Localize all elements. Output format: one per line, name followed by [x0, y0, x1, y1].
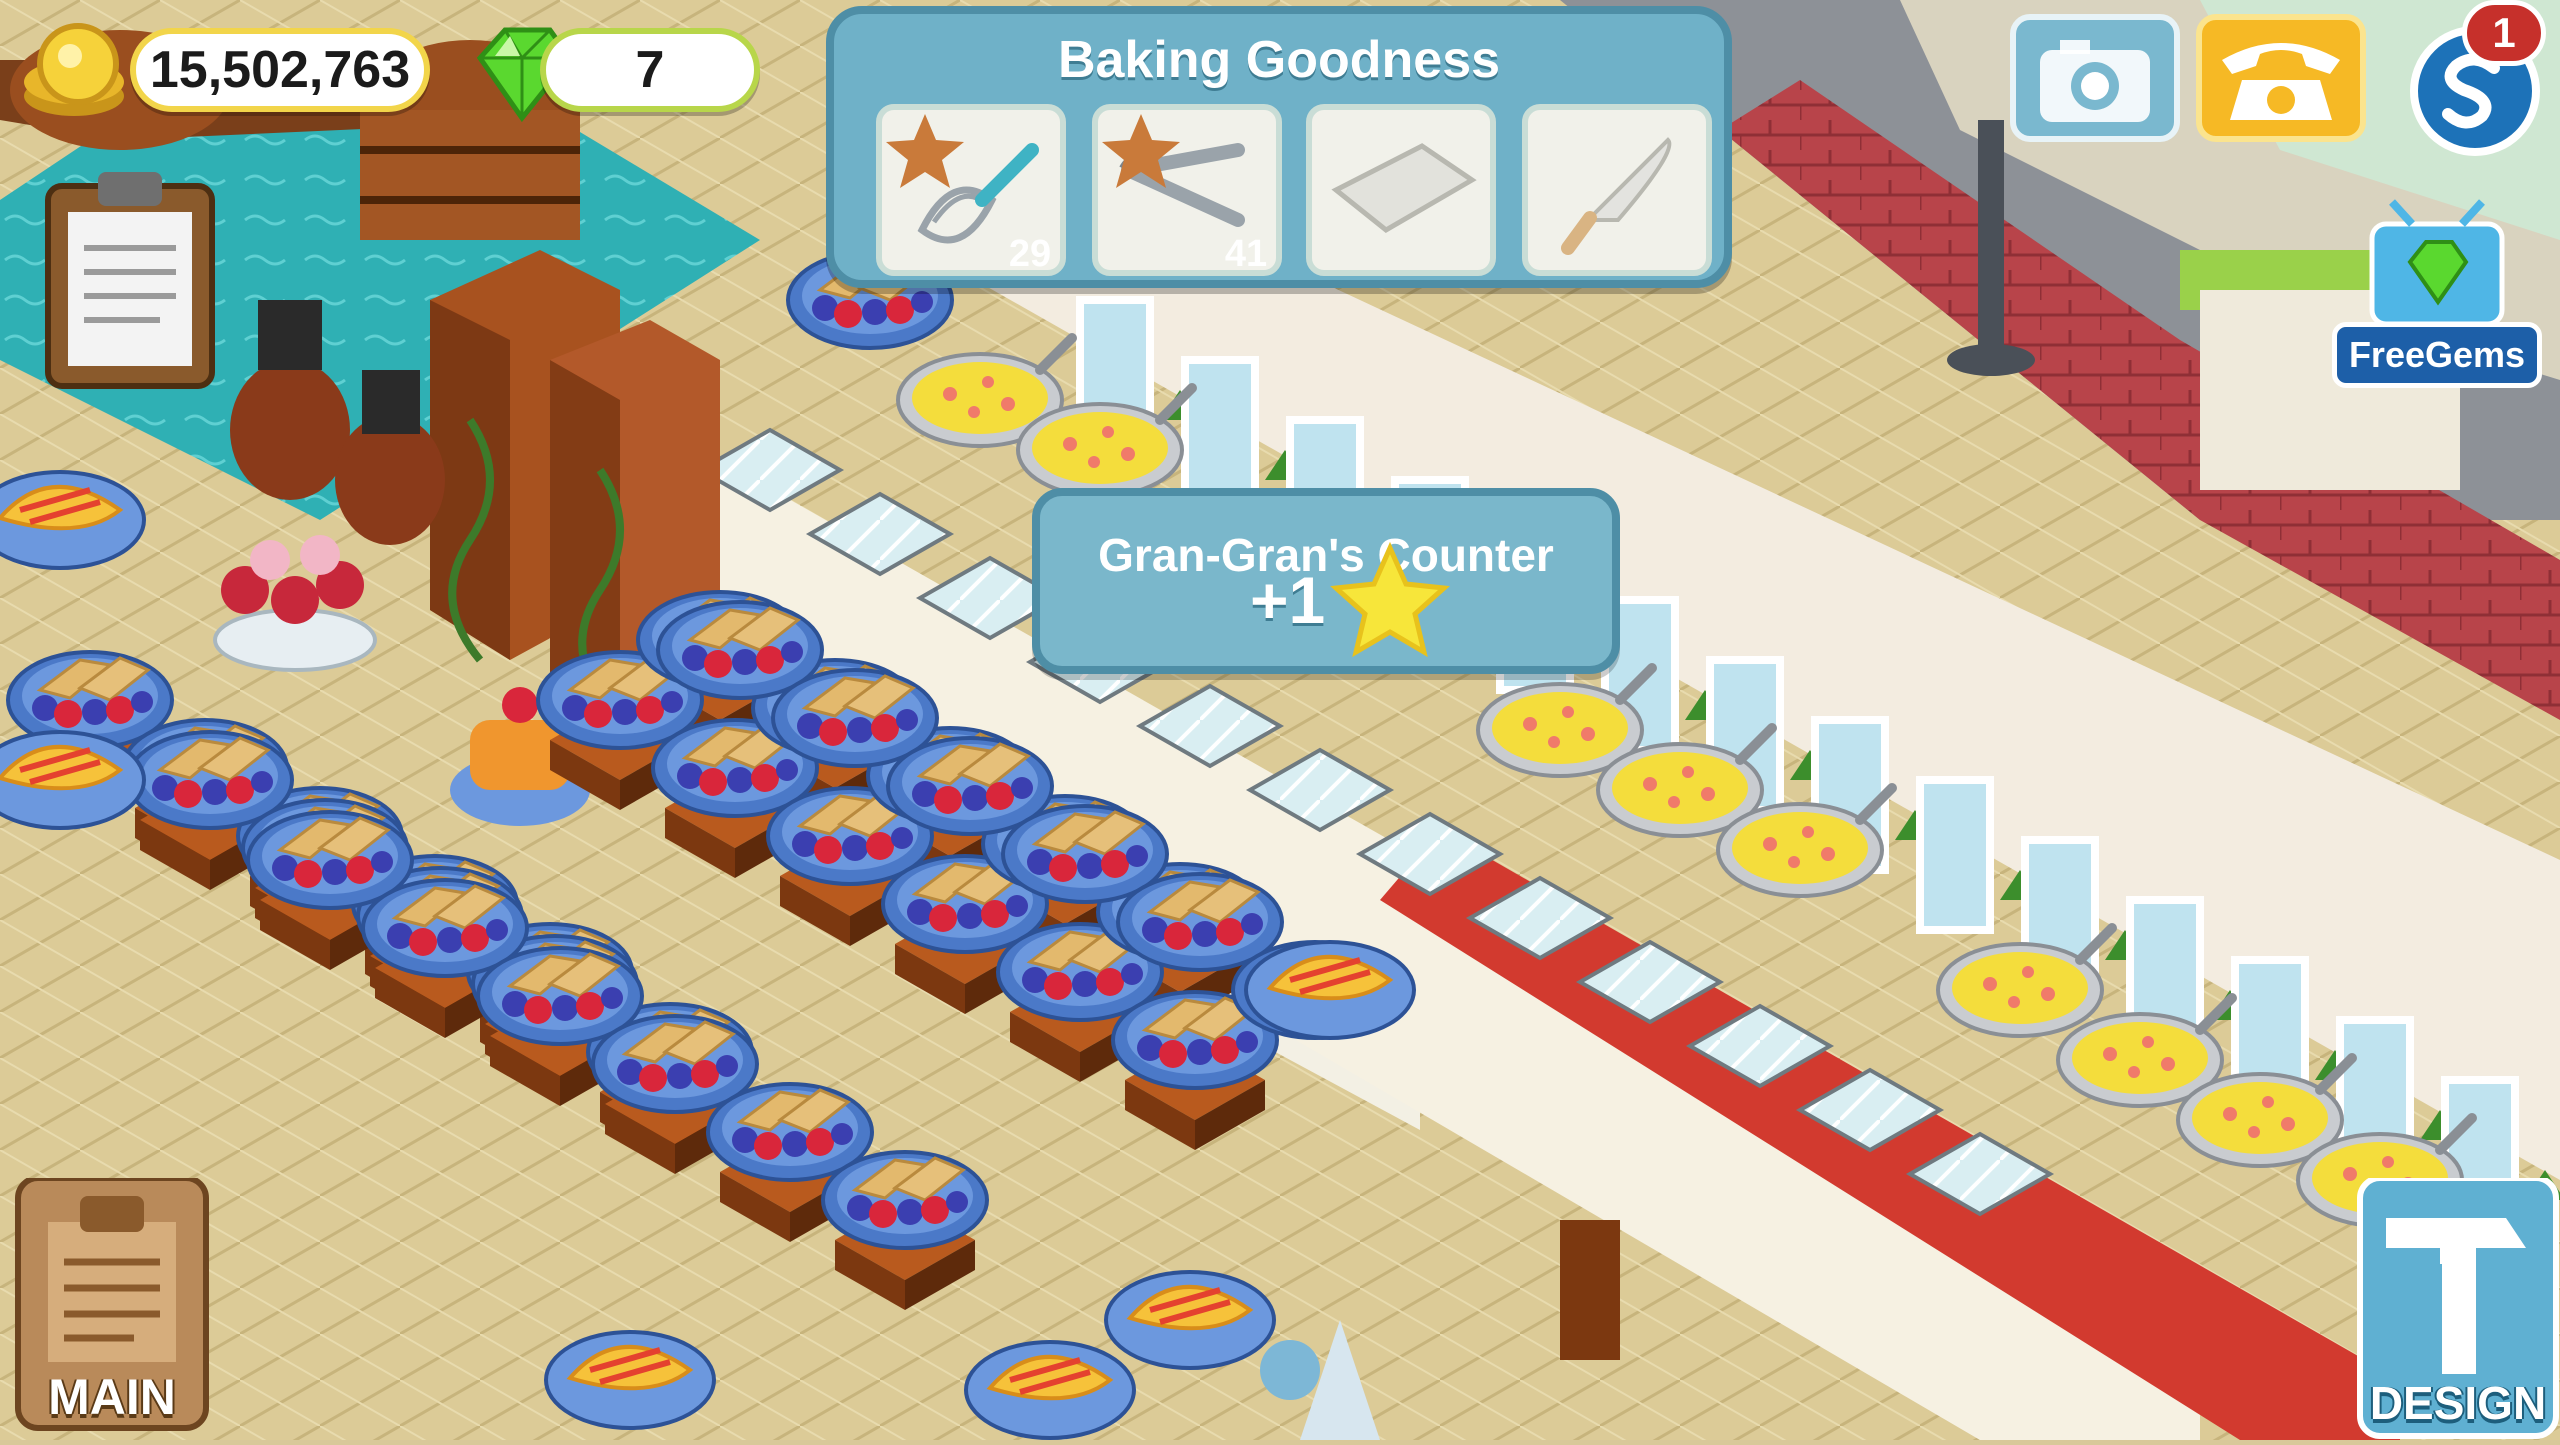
phone-button[interactable] [2196, 14, 2366, 142]
free-gems-label: FreeGems [2332, 322, 2542, 388]
food-plate [0, 732, 144, 828]
star-icon [1330, 542, 1450, 658]
clipboard-icon[interactable] [40, 168, 220, 393]
gem-amount: 7 [635, 41, 665, 99]
tongs-count: 41 [1224, 233, 1268, 275]
toast-title: Gran-Gran's Counter [1098, 529, 1554, 581]
star-badge-icon [886, 114, 964, 188]
food-plate [0, 472, 144, 568]
gold-coins-icon [24, 23, 124, 116]
gem-balance: 7 [540, 28, 760, 112]
whisk-count: 29 [1008, 233, 1052, 275]
food-plate [821, 1150, 989, 1250]
slot-whisk[interactable]: 29 [876, 104, 1066, 276]
camera-button[interactable] [2010, 14, 2180, 142]
window [1916, 776, 1994, 934]
panel-title: Baking Goodness [1057, 31, 1501, 89]
slot-tongs[interactable]: 41 [1092, 104, 1282, 276]
coin-amount: 15,502,763 [149, 41, 411, 99]
design-label: DESIGN [2369, 1377, 2547, 1429]
coin-balance: 15,502,763 [130, 28, 430, 112]
food-plate [1246, 942, 1414, 1038]
slot-baking-tray[interactable] [1306, 104, 1496, 276]
star-badge-icon [1102, 114, 1180, 188]
baking-tray-icon [1331, 143, 1477, 234]
design-button[interactable]: DESIGN [2356, 1175, 2560, 1440]
slot-knife[interactable] [1522, 104, 1712, 276]
food-plate [966, 1342, 1134, 1438]
reward-amount: +1 [1250, 563, 1326, 637]
counter-reward-toast: Gran-Gran's Counter +1 [1032, 488, 1620, 674]
food-plate [546, 1332, 714, 1428]
baking-goodness-panel: Baking Goodness 29 41 [826, 6, 1732, 288]
notification-badge: 1 [2462, 0, 2546, 66]
food-plate [1106, 1272, 1274, 1368]
main-button[interactable]: MAIN [14, 1175, 210, 1440]
knife-icon [1561, 137, 1672, 255]
free-gems-button[interactable]: FreeGems [2332, 198, 2542, 390]
main-label: MAIN [48, 1369, 176, 1425]
phone-icon [2222, 43, 2340, 120]
camera-icon [2040, 40, 2150, 122]
tv-gem-icon [2369, 199, 2505, 327]
